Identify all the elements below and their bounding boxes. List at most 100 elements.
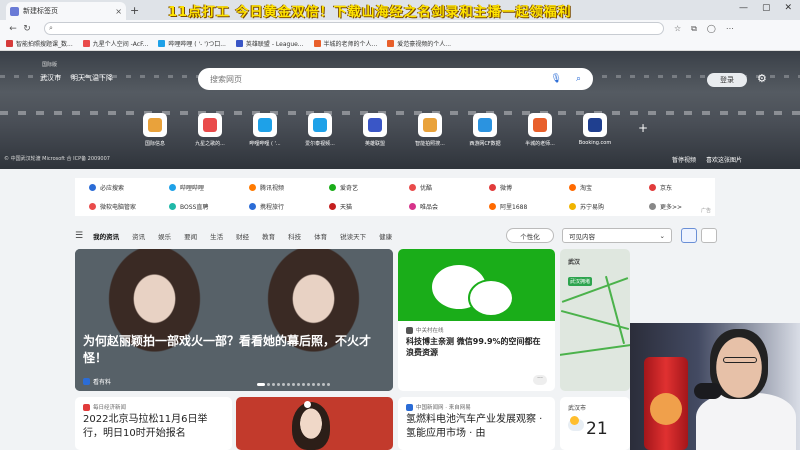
- tab-category[interactable]: 财经: [236, 231, 249, 241]
- news-photo: [234, 249, 393, 391]
- quick-link[interactable]: 京东: [635, 183, 715, 192]
- shortcut-tile[interactable]: 九星之歌的...: [189, 113, 231, 147]
- quick-link[interactable]: 爱奇艺: [315, 183, 395, 192]
- tab-category[interactable]: 体育: [314, 231, 327, 241]
- quick-link[interactable]: 携程旅行: [235, 202, 315, 211]
- quick-link[interactable]: 腾讯视频: [235, 183, 315, 192]
- search-icon[interactable]: ⌕: [576, 74, 581, 84]
- favorite-label: 九星个人空间 -AcF...: [92, 41, 149, 48]
- ad-label: 广告: [700, 208, 711, 214]
- list-layout-icon[interactable]: [701, 228, 717, 243]
- shortcut-tile[interactable]: 英雄联盟: [354, 113, 396, 147]
- marathon-news-card[interactable]: 每日经济新闻 2022北京马拉松11月6日举行，明日10时开始报名: [75, 397, 232, 450]
- refresh-icon[interactable]: ↻: [20, 24, 34, 34]
- login-button[interactable]: 登录: [707, 73, 747, 87]
- sports-photo-card[interactable]: [236, 397, 393, 450]
- quick-link[interactable]: 阿里1688: [475, 202, 555, 211]
- visibility-label: 可见内容: [569, 232, 595, 241]
- shortcut-tile[interactable]: 爱尔泰视频...: [299, 113, 341, 147]
- maximize-button[interactable]: ▢: [762, 3, 771, 13]
- shortcut-tile[interactable]: 国际信息: [134, 113, 176, 147]
- site-icon: [313, 118, 327, 132]
- minimize-button[interactable]: —: [739, 3, 748, 13]
- gear-icon[interactable]: ⚙: [757, 72, 767, 85]
- hydrogen-news-card[interactable]: 中国新闻网 · 来自网易 氢燃料电池汽车产业发展观察 · 氢能应用市场 · 由: [398, 397, 555, 450]
- add-tile-icon[interactable]: +: [638, 121, 648, 135]
- site-icon: [423, 118, 437, 132]
- news-photo: [75, 249, 234, 391]
- tab-category[interactable]: 娱乐: [158, 231, 171, 241]
- close-window-button[interactable]: ✕: [784, 3, 792, 13]
- map-road: [560, 342, 630, 358]
- quick-link[interactable]: BOSS直聘: [155, 202, 235, 211]
- shortcut-tile[interactable]: 哔哩哔哩 ( '...: [244, 113, 286, 147]
- quick-link-label: 微博: [500, 185, 513, 192]
- quick-link[interactable]: 天猫: [315, 202, 395, 211]
- quick-link-label: 唯品会: [420, 204, 439, 211]
- more-options-button[interactable]: ···: [533, 375, 547, 385]
- weather-card[interactable]: 武汉市 21: [560, 397, 630, 450]
- site-icon: [478, 118, 492, 132]
- tab-category[interactable]: 要闻: [184, 231, 197, 241]
- personalize-button[interactable]: 个性化: [506, 228, 554, 243]
- collections-icon[interactable]: ⧉: [691, 24, 697, 34]
- featured-news-card[interactable]: 为何赵丽颖拍一部戏火一部？看看她的幕后照，不火才怪！ 看有料: [75, 249, 393, 391]
- tab-title: 新建标签页: [23, 7, 58, 15]
- favorite-item[interactable]: 英雄联盟 - League...: [235, 39, 304, 48]
- chevron-down-icon: ⌄: [659, 231, 665, 240]
- wechat-news-card[interactable]: 中关村在线 科技博主亲测 微信99.9%的空间都在浪费资源 ···: [398, 249, 555, 391]
- tab-close-button[interactable]: ×: [115, 7, 122, 16]
- quick-link[interactable]: 微软电脑管家: [75, 202, 155, 211]
- menu-icon[interactable]: ⋯: [726, 24, 734, 34]
- quick-link[interactable]: 必应搜索: [75, 183, 155, 192]
- quick-link[interactable]: 哔哩哔哩: [155, 183, 235, 192]
- quick-link[interactable]: 淘宝: [555, 183, 635, 192]
- site-icon: [169, 203, 176, 210]
- shortcut-tile[interactable]: Booking.com: [574, 113, 616, 147]
- tab-category[interactable]: 教育: [262, 231, 275, 241]
- grid-layout-icon[interactable]: [681, 228, 697, 243]
- pause-video-button[interactable]: 暂停视频: [672, 155, 696, 164]
- back-icon[interactable]: ←: [6, 24, 20, 34]
- shortcut-tile[interactable]: 半城的老师...: [519, 113, 561, 147]
- microphone: [694, 383, 722, 399]
- microphone-icon[interactable]: 🎙: [551, 74, 562, 84]
- tab-category[interactable]: 锐读天下: [340, 231, 366, 241]
- quick-link-label: 京东: [660, 185, 673, 192]
- tab-category[interactable]: 资讯: [132, 231, 145, 241]
- favorite-item[interactable]: 哔哩哔哩 ( '- ')つ口...: [158, 39, 226, 48]
- tile-icon-box: [308, 113, 332, 137]
- shortcut-tile[interactable]: 西游网CF数据: [464, 113, 506, 147]
- site-icon: [588, 118, 602, 132]
- quick-links-row: 微软电脑管家 BOSS直聘 携程旅行 天猫 唯品会 阿里1688 苏宁易购 更多>>: [75, 197, 715, 216]
- favorite-item[interactable]: 爱范豪视频的个人...: [387, 39, 451, 48]
- tab-category[interactable]: 科技: [288, 231, 301, 241]
- quick-link[interactable]: 唯品会: [395, 202, 475, 211]
- site-icon: [249, 184, 256, 191]
- site-icon: [148, 118, 162, 132]
- tile-icon-box: [253, 113, 277, 137]
- quick-link-label: 更多>>: [660, 204, 683, 211]
- visibility-dropdown[interactable]: 可见内容 ⌄: [562, 228, 672, 243]
- favorite-item[interactable]: 半城的老师的个人...: [313, 39, 377, 48]
- new-tab-button[interactable]: +: [130, 4, 139, 17]
- hamburger-icon[interactable]: ☰: [75, 231, 83, 241]
- quick-link[interactable]: 优酷: [395, 183, 475, 192]
- tab-category[interactable]: 生活: [210, 231, 223, 241]
- traffic-map-card[interactable]: 武汉 武汉拥堵: [560, 249, 630, 391]
- favorites-star-icon[interactable]: ☆: [674, 24, 681, 34]
- favorite-item[interactable]: 智能拍照搜题课_数...: [6, 39, 73, 48]
- search-box[interactable]: 搜索网页 🎙 ⌕: [198, 68, 593, 90]
- carousel-dots[interactable]: [257, 383, 330, 386]
- profile-icon[interactable]: ◯: [707, 24, 716, 34]
- quick-link[interactable]: 苏宁易购: [555, 202, 635, 211]
- shortcut-tile[interactable]: 智能拍照搜...: [409, 113, 451, 147]
- favorite-item[interactable]: 九星个人空间 -AcF...: [82, 39, 149, 48]
- quick-link[interactable]: 微博: [475, 183, 555, 192]
- tab-category[interactable]: 我的资讯: [93, 231, 119, 241]
- weather-strip[interactable]: 武汉市 明天气温下降: [40, 73, 113, 83]
- tab-new-tab[interactable]: 新建标签页 ×: [6, 2, 126, 20]
- tab-category[interactable]: 健康: [379, 231, 392, 241]
- like-image-button[interactable]: 喜欢这张图片: [706, 155, 742, 164]
- address-bar[interactable]: ⌕: [44, 22, 664, 35]
